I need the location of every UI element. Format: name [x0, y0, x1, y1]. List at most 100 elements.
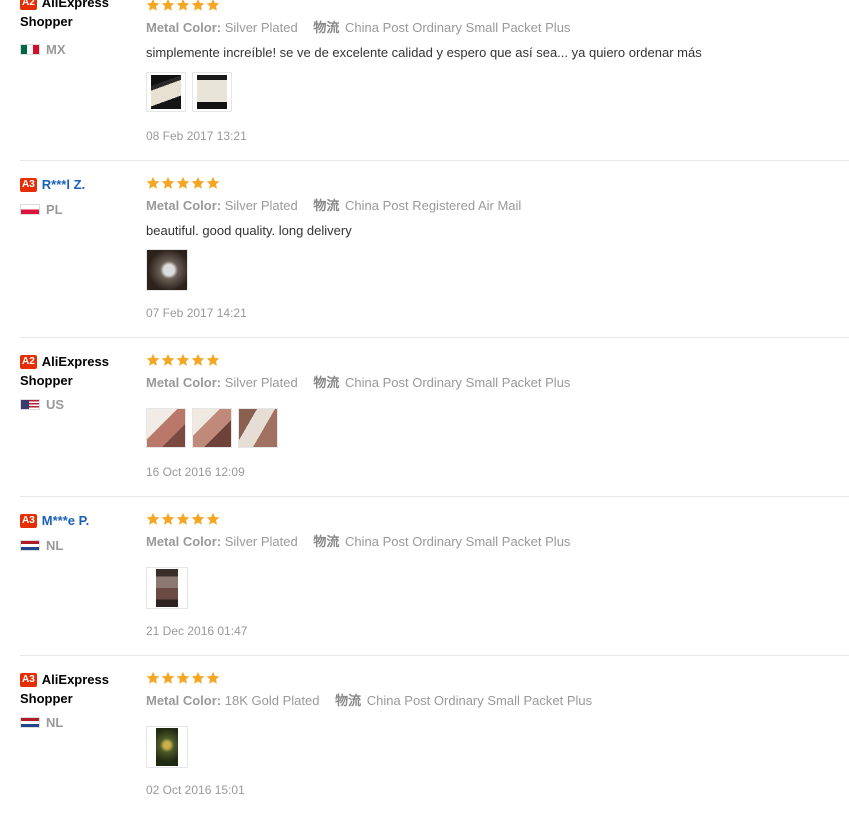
metal-color-label: Metal Color:	[146, 693, 222, 708]
shipping-method: China Post Ordinary Small Packet Plus	[345, 375, 571, 390]
review-photo-thumbnail[interactable]	[238, 408, 278, 448]
reviewer-name-block[interactable]: A3 R***l Z.	[20, 175, 135, 194]
logistics-label: 物流	[313, 535, 340, 550]
flag-pl-icon	[20, 204, 40, 215]
reviewer-info: A3 R***l Z.	[20, 175, 135, 194]
review-divider	[20, 655, 849, 656]
star-icon	[191, 512, 205, 526]
star-icon	[161, 671, 175, 685]
reviewer-info: A3 M***e P.	[20, 511, 135, 530]
star-icon	[146, 512, 160, 526]
country-code: MX	[46, 42, 66, 57]
review-item: A2 AliExpress Shopper US Metal Color: Sil…	[20, 352, 849, 496]
country-code: NL	[46, 715, 64, 730]
star-icon	[206, 176, 220, 190]
reviewer-name[interactable]: R***l Z.	[42, 177, 85, 192]
shipping-info: 物流 China Post Ordinary Small Packet Plus	[313, 375, 571, 391]
flag-mx-icon	[20, 44, 40, 55]
star-icon	[146, 353, 160, 367]
metal-color-label: Metal Color:	[146, 20, 222, 35]
review-photo-thumbnail[interactable]	[146, 567, 188, 609]
metal-color-label: Metal Color:	[146, 198, 222, 213]
review-photo-thumbnail[interactable]	[146, 726, 188, 768]
star-icon	[206, 671, 220, 685]
metal-color-value: Silver Plated	[224, 375, 298, 390]
metal-color-value: Silver Plated	[224, 198, 298, 213]
country-code: PL	[46, 202, 63, 217]
review-attributes: Metal Color: Silver Plated 物流 China Post…	[146, 198, 521, 215]
rating-stars	[146, 671, 221, 687]
star-icon	[161, 512, 175, 526]
review-photos	[146, 249, 194, 291]
shipping-info: 物流 China Post Registered Air Mail	[313, 198, 522, 214]
flag-nl-icon	[20, 717, 40, 728]
rating-stars	[146, 0, 221, 14]
review-attributes: Metal Color: 18K Gold Plated 物流 China Po…	[146, 693, 592, 710]
review-text: beautiful. good quality. long delivery	[146, 223, 352, 238]
flag-nl-icon	[20, 540, 40, 551]
review-attributes: Metal Color: Silver Plated 物流 China Post…	[146, 375, 570, 392]
star-icon	[176, 512, 190, 526]
metal-color-value: Silver Plated	[224, 20, 298, 35]
reviewer-name-block[interactable]: A3 M***e P.	[20, 511, 135, 530]
metal-color-label: Metal Color:	[146, 534, 222, 549]
star-icon	[146, 0, 160, 12]
shipping-info: 物流 China Post Ordinary Small Packet Plus	[313, 20, 571, 36]
review-photos	[146, 567, 194, 609]
reviewer-country: NL	[20, 539, 63, 553]
review-date: 08 Feb 2017 13:21	[146, 129, 247, 143]
reviewer-country: NL	[20, 716, 63, 730]
reviewer-country: US	[20, 398, 64, 412]
reviewer-country: MX	[20, 43, 66, 57]
review-attributes: Metal Color: Silver Plated 物流 China Post…	[146, 20, 570, 37]
rating-stars	[146, 176, 221, 192]
review-item: A3 R***l Z. PL Metal Color: Silver Plated…	[20, 175, 849, 337]
star-icon	[191, 176, 205, 190]
logistics-label: 物流	[313, 199, 340, 214]
level-badge: A2	[20, 0, 37, 10]
star-icon	[146, 671, 160, 685]
shipping-method: China Post Registered Air Mail	[345, 198, 522, 213]
flag-us-icon	[20, 399, 40, 410]
review-photo-thumbnail[interactable]	[192, 408, 232, 448]
shipping-method: China Post Ordinary Small Packet Plus	[345, 20, 571, 35]
country-code: NL	[46, 538, 64, 553]
level-badge: A3	[20, 514, 37, 528]
star-icon	[191, 353, 205, 367]
star-icon	[176, 671, 190, 685]
star-icon	[161, 176, 175, 190]
reviewer-info: A2 AliExpress Shopper	[20, 0, 135, 31]
star-icon	[206, 0, 220, 12]
star-icon	[146, 176, 160, 190]
shipping-method: China Post Ordinary Small Packet Plus	[345, 534, 571, 549]
star-icon	[161, 353, 175, 367]
reviewer-info: A3 AliExpress Shopper	[20, 670, 135, 708]
review-item: A3 AliExpress Shopper NL Metal Color: 18K…	[20, 670, 849, 814]
reviewer-name[interactable]: M***e P.	[42, 513, 89, 528]
review-item: A3 M***e P. NL Metal Color: Silver Plated…	[20, 511, 849, 655]
metal-color-value: 18K Gold Plated	[224, 693, 320, 708]
review-photos	[146, 408, 284, 450]
review-photo-thumbnail[interactable]	[146, 249, 188, 291]
review-date: 02 Oct 2016 15:01	[146, 783, 245, 797]
star-icon	[191, 671, 205, 685]
reviewer-country: PL	[20, 203, 63, 217]
star-icon	[176, 176, 190, 190]
review-photos	[146, 72, 238, 114]
reviewer-name-block: A2 AliExpress Shopper	[20, 0, 135, 31]
review-photo-thumbnail[interactable]	[192, 72, 232, 112]
rating-stars	[146, 512, 221, 528]
logistics-label: 物流	[313, 376, 340, 391]
reviewer-info: A2 AliExpress Shopper	[20, 352, 135, 390]
star-icon	[161, 0, 175, 12]
star-icon	[206, 512, 220, 526]
metal-color-value: Silver Plated	[224, 534, 298, 549]
review-photo-thumbnail[interactable]	[146, 72, 186, 112]
review-photo-thumbnail[interactable]	[146, 408, 186, 448]
review-divider	[20, 496, 849, 497]
level-badge: A3	[20, 673, 37, 687]
review-attributes: Metal Color: Silver Plated 物流 China Post…	[146, 534, 570, 551]
review-date: 07 Feb 2017 14:21	[146, 306, 247, 320]
review-divider	[20, 160, 849, 161]
review-item: A2 AliExpress Shopper MX Metal Color: Sil…	[20, 0, 849, 153]
